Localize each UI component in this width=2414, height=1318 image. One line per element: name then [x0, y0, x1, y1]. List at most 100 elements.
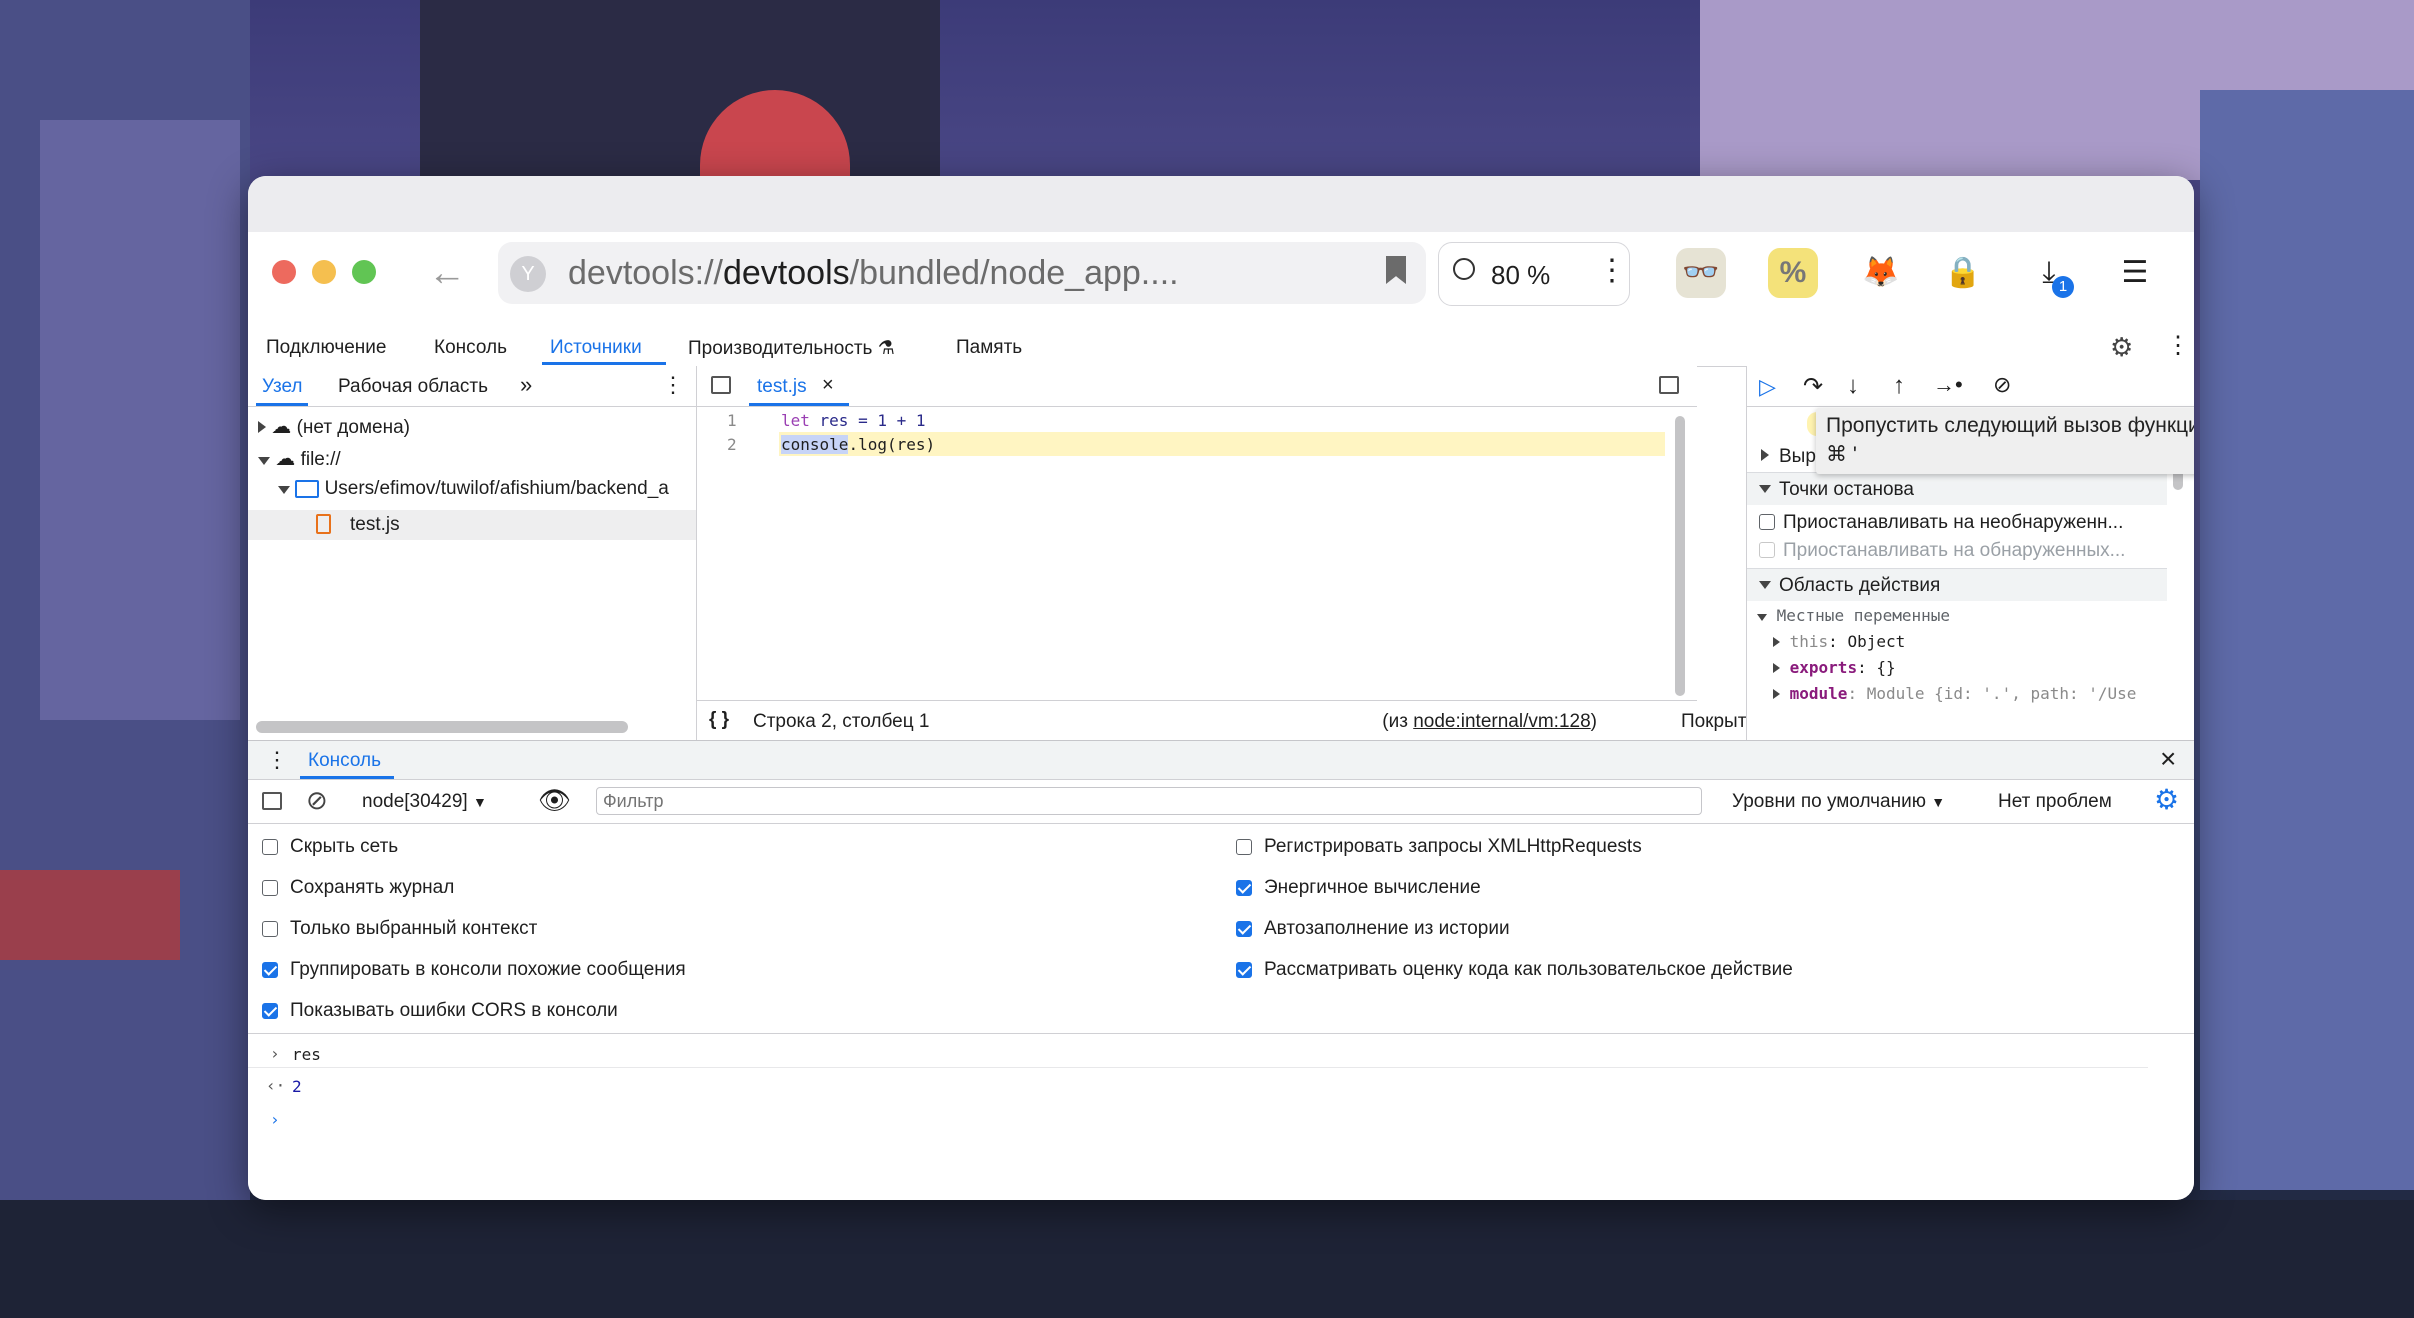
setting-eager-eval[interactable]: Энергичное вычисление	[1222, 874, 2122, 902]
setting-preserve-log[interactable]: Сохранять журнал	[248, 874, 1048, 902]
sidebar-toggle-icon[interactable]	[262, 792, 282, 810]
downloads-icon[interactable]: ⤓ 1	[2024, 248, 2074, 298]
expand-down-icon	[1759, 581, 1771, 589]
hide-network-checkbox[interactable]	[262, 839, 278, 855]
source-link[interactable]: node:internal/vm:128	[1413, 711, 1590, 732]
log-levels-dropdown[interactable]: Уровни по умолчанию ▼	[1732, 791, 1945, 813]
back-arrow-icon[interactable]: ←	[428, 252, 466, 295]
selected-context-checkbox[interactable]	[262, 921, 278, 937]
console-filter-input[interactable]	[596, 787, 1702, 815]
extension-lock-icon[interactable]: 🔒	[1938, 248, 1988, 298]
setting-log-xhr[interactable]: Регистрировать запросы XMLHttpRequests	[1222, 833, 2122, 861]
toggle-navigator-icon[interactable]	[711, 376, 731, 394]
expand-right-icon	[1773, 689, 1780, 699]
tree-item-no-domain[interactable]: ☁ (нет домена)	[258, 414, 688, 440]
extension-glasses-icon[interactable]: 👓	[1676, 248, 1726, 298]
live-expression-icon[interactable]: 👁	[538, 785, 571, 816]
drawer-more-icon[interactable]: ⋮	[266, 747, 288, 773]
node-tab-indicator	[256, 403, 308, 406]
tree-item-file[interactable]: ☁ file://	[258, 446, 688, 472]
extension-metamask-icon[interactable]: 🦊	[1856, 248, 1906, 298]
navigator-panel: Узел Рабочая область » ⋮ ☁ (нет домена) …	[248, 366, 697, 740]
devtools-more-icon[interactable]: ⋮	[2166, 331, 2190, 360]
drawer-header: ⋮ Консоль ×	[248, 741, 2194, 780]
tree-item-test-js[interactable]: test.js	[248, 510, 696, 540]
scope-section-header[interactable]: Область действия	[1747, 568, 2167, 601]
pause-uncaught-option[interactable]: Приостанавливать на необнаруженн...	[1747, 508, 2167, 536]
maximize-window-button[interactable]	[352, 260, 376, 284]
tab-sources[interactable]: Источники	[550, 337, 642, 359]
toggle-debugger-icon[interactable]	[1659, 376, 1679, 394]
console-prompt[interactable]: ›	[248, 1105, 2148, 1135]
pause-caught-checkbox	[1759, 542, 1775, 558]
close-tab-icon[interactable]: ×	[822, 374, 834, 397]
step-out-icon[interactable]: ↑	[1893, 372, 1905, 400]
site-info-icon[interactable]: Y	[510, 256, 546, 292]
window-title-bar	[248, 176, 2194, 233]
code-line-1[interactable]: 1 let res = 1 + 1	[697, 409, 1665, 431]
resume-icon[interactable]: ▷	[1759, 374, 1776, 400]
console-drawer: ⋮ Консоль × ⊘ node[30429] ▼ 👁 Уровни по …	[248, 740, 2194, 1200]
devtools-settings-icon[interactable]: ⚙	[2110, 332, 2133, 363]
menu-icon[interactable]: ☰	[2110, 248, 2160, 298]
group-similar-checkbox[interactable]	[262, 962, 278, 978]
file-tab-indicator	[749, 403, 849, 406]
code-keyword: let	[781, 411, 810, 430]
step-over-icon[interactable]: ↷	[1803, 372, 1823, 401]
tree-item-folder[interactable]: Users/efimov/tuwilof/afishium/backend_a	[278, 478, 696, 504]
minimize-window-button[interactable]	[312, 260, 336, 284]
local-scope-header[interactable]: Местные переменные	[1757, 606, 1950, 625]
pretty-print-icon[interactable]: { }	[709, 709, 729, 731]
tab-performance[interactable]: Производительность ⚗	[688, 337, 895, 360]
editor-vertical-scrollbar[interactable]	[1675, 416, 1685, 696]
setting-hide-network[interactable]: Скрыть сеть	[248, 833, 1048, 861]
setting-group-similar[interactable]: Группировать в консоли похожие сообщения	[248, 956, 1048, 984]
tab-workspace[interactable]: Рабочая область	[338, 376, 488, 398]
preserve-log-checkbox[interactable]	[262, 880, 278, 896]
deactivate-breakpoints-icon[interactable]: ⊘	[1993, 372, 2011, 398]
tab-memory[interactable]: Память	[956, 337, 1022, 359]
log-xhr-checkbox[interactable]	[1236, 839, 1252, 855]
step-icon[interactable]: →•	[1933, 372, 1963, 398]
more-vert-icon[interactable]: ⋮	[1597, 253, 1627, 288]
issues-counter[interactable]: Нет проблем	[1998, 791, 2112, 813]
horizontal-scrollbar[interactable]	[256, 721, 628, 733]
scope-item-exports[interactable]: exports: {}	[1773, 658, 1896, 677]
eager-eval-checkbox[interactable]	[1236, 880, 1252, 896]
devtools-tab-bar: Подключение Консоль Источники Производит…	[248, 328, 2194, 367]
cloud-icon: ☁	[271, 416, 292, 438]
bookmark-icon[interactable]	[1386, 256, 1406, 284]
more-tabs-icon[interactable]: »	[520, 372, 532, 398]
scope-item-module[interactable]: module: Module {id: '.', path: '/Use	[1773, 684, 2136, 703]
navigator-more-icon[interactable]: ⋮	[662, 372, 684, 398]
code-line-2[interactable]: 2 console.log(res)	[697, 432, 1665, 456]
console-settings-icon[interactable]: ⚙	[2154, 783, 2179, 816]
pause-uncaught-checkbox[interactable]	[1759, 514, 1775, 530]
step-into-icon[interactable]: ↓	[1847, 372, 1859, 400]
file-tab-test-js[interactable]: test.js	[757, 376, 807, 398]
url-text: devtools://devtools/bundled/node_app....	[568, 254, 1179, 292]
address-bar[interactable]: Y devtools://devtools/bundled/node_app..…	[498, 242, 1426, 304]
close-window-button[interactable]	[272, 260, 296, 284]
tab-console[interactable]: Консоль	[434, 337, 507, 359]
extension-percent-icon[interactable]: %	[1768, 248, 1818, 298]
line-number: 2	[727, 435, 737, 454]
setting-autocomplete-history[interactable]: Автозаполнение из истории	[1222, 915, 2122, 943]
breakpoints-section-header[interactable]: Точки останова	[1747, 472, 2167, 505]
dropdown-arrow-icon: ▼	[1931, 794, 1946, 810]
setting-user-activation[interactable]: Рассматривать оценку кода как пользовате…	[1222, 956, 2122, 984]
user-activation-checkbox[interactable]	[1236, 962, 1252, 978]
clear-console-icon[interactable]: ⊘	[306, 785, 328, 816]
zoom-control[interactable]: 80 % ⋮	[1438, 242, 1630, 306]
cors-errors-checkbox[interactable]	[262, 1003, 278, 1019]
context-selector[interactable]: node[30429] ▼	[362, 791, 487, 813]
close-drawer-icon[interactable]: ×	[2160, 743, 2176, 775]
setting-cors-errors[interactable]: Показывать ошибки CORS в консоли	[248, 997, 1048, 1025]
tab-connection[interactable]: Подключение	[266, 337, 386, 359]
autocomplete-history-checkbox[interactable]	[1236, 921, 1252, 937]
setting-selected-context[interactable]: Только выбранный контекст	[248, 915, 1048, 943]
drawer-console-tab[interactable]: Консоль	[308, 750, 381, 772]
scope-item-this[interactable]: this: Object	[1773, 632, 1905, 651]
search-zoom-icon	[1453, 258, 1475, 280]
tab-node[interactable]: Узел	[262, 376, 303, 398]
